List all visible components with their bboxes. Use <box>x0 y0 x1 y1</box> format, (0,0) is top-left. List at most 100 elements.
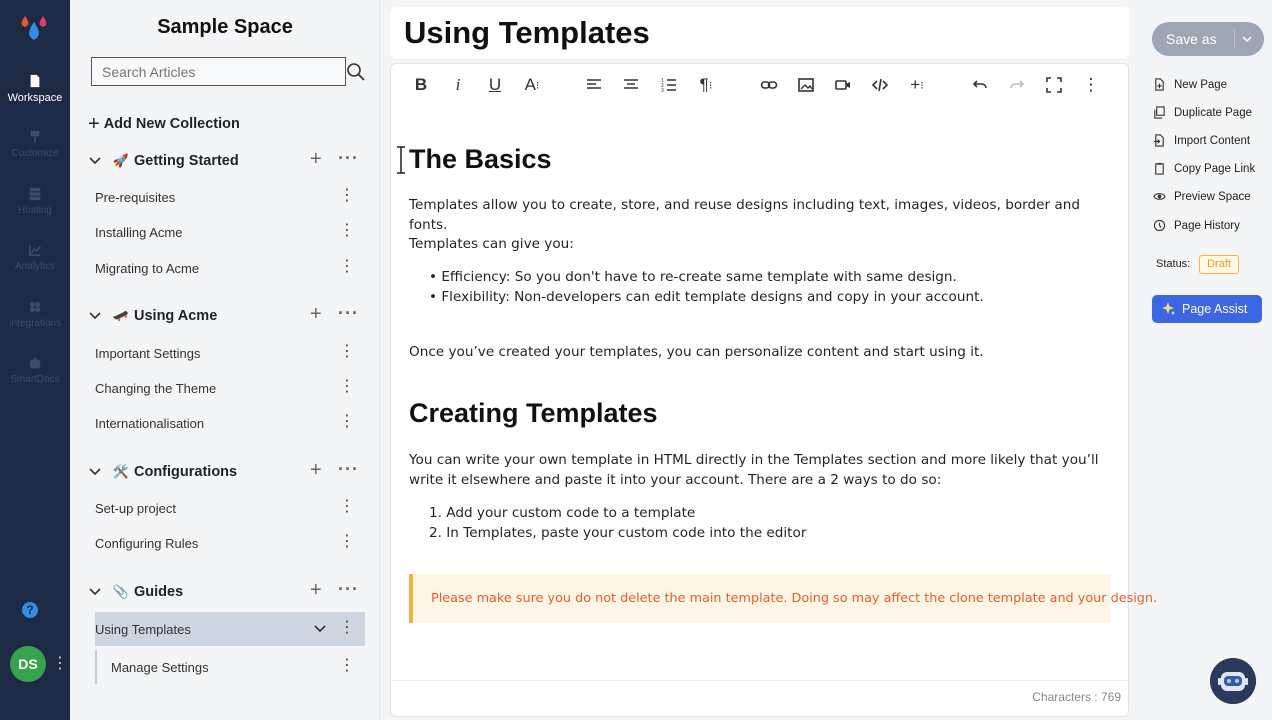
add-collection-button[interactable]: + Add New Collection <box>88 114 240 134</box>
ordered-item[interactable]: 1. Add your custom code to a template <box>429 505 695 521</box>
paragraph[interactable]: Templates can give you: <box>409 234 1109 254</box>
rail-item-analytics[interactable]: Analytics <box>0 243 70 272</box>
align-left-icon[interactable] <box>578 70 610 100</box>
paragraph[interactable]: Once you’ve created your templates, you … <box>409 342 1109 362</box>
fullscreen-icon[interactable] <box>1038 70 1070 100</box>
rail-item-customize[interactable]: Customize <box>0 130 70 159</box>
redo-icon[interactable] <box>1001 70 1033 100</box>
kebab-icon[interactable]: ⋮ <box>339 377 355 397</box>
text-size-icon[interactable]: A ⁝ <box>516 70 548 100</box>
duplicate-page-button[interactable]: Duplicate Page <box>1153 106 1252 119</box>
kebab-icon[interactable]: ⋮ <box>339 257 355 277</box>
paragraph[interactable]: You can write your own template in HTML … <box>409 450 1109 470</box>
save-as-button[interactable]: Save as <box>1152 22 1264 56</box>
space-title: Sample Space <box>157 16 293 38</box>
heading-creating[interactable]: Creating Templates <box>409 398 658 429</box>
user-menu-icon[interactable]: ⋮ <box>52 652 68 676</box>
avatar[interactable]: DS <box>10 646 46 682</box>
app-logo-icon[interactable] <box>17 12 53 48</box>
underline-icon[interactable]: U <box>479 70 511 100</box>
brush-icon <box>30 130 40 144</box>
bold-icon[interactable]: B <box>405 70 437 100</box>
copy-page-link-button[interactable]: Copy Page Link <box>1153 162 1255 175</box>
add-article-icon[interactable]: + <box>310 303 322 326</box>
more-options-icon[interactable]: ··· <box>338 304 359 322</box>
import-content-button[interactable]: Import Content <box>1153 134 1250 147</box>
preview-space-button[interactable]: Preview Space <box>1153 190 1251 203</box>
collection-getting-started[interactable]: 🚀 Getting Started + ··· <box>88 148 359 172</box>
chevron-down-icon[interactable] <box>88 465 102 479</box>
chevron-down-icon[interactable] <box>88 585 102 599</box>
more-vertical-icon[interactable]: ⋮ <box>1075 70 1107 100</box>
more-options-icon[interactable]: ··· <box>338 460 359 478</box>
article-item[interactable]: Configuring Rules ⋮ <box>95 530 365 556</box>
article-label: Using Templates <box>95 621 191 637</box>
video-icon[interactable] <box>827 70 859 100</box>
article-item[interactable]: Important Settings ⋮ <box>95 340 365 366</box>
chevron-down-icon[interactable] <box>1240 32 1254 46</box>
image-icon[interactable] <box>790 70 822 100</box>
kebab-icon[interactable]: ⋮ <box>339 532 355 552</box>
ordered-item[interactable]: 2. In Templates, paste your custom code … <box>429 525 806 541</box>
collection-name: Using Acme <box>134 308 218 324</box>
article-item[interactable]: Pre-requisites ⋮ <box>95 184 365 210</box>
action-label: Import Content <box>1174 134 1251 147</box>
sub-article-item[interactable]: Manage Settings ⋮ <box>111 654 365 680</box>
kebab-icon[interactable]: ⋮ <box>339 656 355 676</box>
rail-item-hosting[interactable]: Hosting <box>0 187 70 216</box>
article-item[interactable]: Changing the Theme ⋮ <box>95 375 365 401</box>
rail-item-label: Analytics <box>14 261 55 272</box>
chevron-down-icon[interactable] <box>88 309 102 323</box>
code-icon[interactable] <box>864 70 896 100</box>
article-label: Set-up project <box>95 500 176 516</box>
add-article-icon[interactable]: + <box>310 579 322 602</box>
kebab-icon[interactable]: ⋮ <box>339 186 355 206</box>
align-center-icon[interactable] <box>615 70 647 100</box>
help-icon[interactable]: ? <box>22 602 38 618</box>
insert-more-icon[interactable]: + ⁝ <box>901 70 933 100</box>
more-options-icon[interactable]: ··· <box>338 149 359 167</box>
bullet-item[interactable]: • Efficiency: So you don't have to re-cr… <box>429 269 957 285</box>
more-options-icon[interactable]: ··· <box>338 580 359 598</box>
heading-basics[interactable]: The Basics <box>409 144 552 175</box>
add-article-icon[interactable]: + <box>310 459 322 482</box>
kebab-icon[interactable]: ⋮ <box>339 497 355 517</box>
new-page-button[interactable]: New Page <box>1153 78 1227 91</box>
chatbot-icon[interactable] <box>1210 658 1256 704</box>
article-item[interactable]: Installing Acme ⋮ <box>95 219 365 245</box>
italic-icon[interactable]: i <box>442 70 474 100</box>
page-title[interactable]: Using Templates <box>404 15 650 51</box>
article-label: Configuring Rules <box>95 535 199 551</box>
article-item[interactable]: Set-up project ⋮ <box>95 495 365 521</box>
chevron-down-icon[interactable] <box>313 622 327 636</box>
rail-item-smartdocs[interactable]: SmartDocs <box>0 356 70 385</box>
kebab-icon[interactable]: ⋮ <box>339 412 355 432</box>
kebab-icon[interactable]: ⋮ <box>339 342 355 362</box>
collection-guides[interactable]: 📎 Guides + ··· <box>88 579 359 603</box>
search-input[interactable] <box>91 57 346 86</box>
kebab-icon[interactable]: ⋮ <box>339 618 355 638</box>
rail-item-integrations[interactable]: Integrations <box>0 300 70 329</box>
warning-callout[interactable]: Please make sure you do not delete the m… <box>409 574 1157 623</box>
article-item[interactable]: Internationalisation ⋮ <box>95 410 365 436</box>
paragraph[interactable]: write it elsewhere and paste it into you… <box>409 470 1109 490</box>
collection-using-acme[interactable]: 🛹 Using Acme + ··· <box>88 303 359 327</box>
collection-configurations[interactable]: 🛠️ Configurations + ··· <box>88 459 359 483</box>
article-item[interactable]: Migrating to Acme ⋮ <box>95 255 365 281</box>
paragraph[interactable]: Templates allow you to create, store, an… <box>409 195 1109 235</box>
paragraph-icon[interactable]: ¶ ⁝ <box>690 70 722 100</box>
bullet-item[interactable]: • Flexibility: Non-developers can edit t… <box>429 289 984 305</box>
rail-item-label: SmartDocs <box>10 374 60 385</box>
article-item-selected[interactable]: Using Templates ⋮ <box>95 612 365 646</box>
page-assist-button[interactable]: Page Assist <box>1152 295 1262 323</box>
kebab-icon[interactable]: ⋮ <box>339 221 355 241</box>
link-icon[interactable] <box>753 70 785 100</box>
rail-item-workspace[interactable]: Workspace <box>0 74 70 104</box>
page-title-card[interactable]: Using Templates <box>390 7 1129 58</box>
search-icon[interactable] <box>346 62 366 82</box>
add-article-icon[interactable]: + <box>310 148 322 171</box>
ordered-list-icon[interactable]: 123 <box>653 70 685 100</box>
chevron-down-icon[interactable] <box>88 154 102 168</box>
undo-icon[interactable] <box>964 70 996 100</box>
page-history-button[interactable]: Page History <box>1153 219 1240 232</box>
